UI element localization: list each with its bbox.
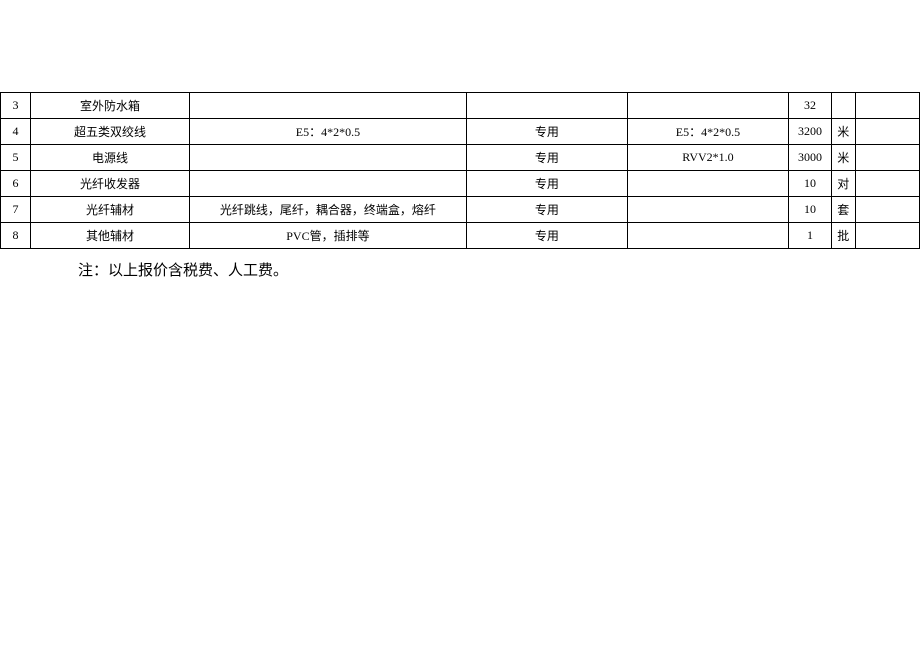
cell-use (466, 93, 627, 119)
cell-param (627, 223, 788, 249)
cell-param (627, 93, 788, 119)
table-row: 4 超五类双绞线 E5：4*2*0.5 专用 E5：4*2*0.5 3200 米 (1, 119, 920, 145)
cell-idx: 3 (1, 93, 31, 119)
cell-spec: PVC管，插排等 (189, 223, 466, 249)
cell-name: 其他辅材 (31, 223, 190, 249)
cell-idx: 5 (1, 145, 31, 171)
cell-use: 专用 (466, 197, 627, 223)
cell-last (855, 93, 919, 119)
cell-use: 专用 (466, 145, 627, 171)
cell-param (627, 171, 788, 197)
cell-name: 室外防水箱 (31, 93, 190, 119)
cell-use: 专用 (466, 171, 627, 197)
cell-last (855, 119, 919, 145)
footnote: 注：以上报价含税费、人工费。 (78, 259, 920, 280)
cell-last (855, 223, 919, 249)
cell-name: 光纤辅材 (31, 197, 190, 223)
cell-last (855, 145, 919, 171)
cell-spec (189, 171, 466, 197)
cell-param (627, 197, 788, 223)
cell-param: RVV2*1.0 (627, 145, 788, 171)
cell-idx: 8 (1, 223, 31, 249)
cell-spec: 光纤跳线，尾纤，耦合器，终端盒，熔纤 (189, 197, 466, 223)
cell-param: E5：4*2*0.5 (627, 119, 788, 145)
cell-use: 专用 (466, 119, 627, 145)
cell-unit: 对 (831, 171, 855, 197)
table-row: 3 室外防水箱 32 (1, 93, 920, 119)
cell-spec: E5：4*2*0.5 (189, 119, 466, 145)
cell-spec (189, 145, 466, 171)
cell-name: 超五类双绞线 (31, 119, 190, 145)
cell-unit: 套 (831, 197, 855, 223)
table-row: 7 光纤辅材 光纤跳线，尾纤，耦合器，终端盒，熔纤 专用 10 套 (1, 197, 920, 223)
cell-unit: 米 (831, 119, 855, 145)
table-row: 8 其他辅材 PVC管，插排等 专用 1 批 (1, 223, 920, 249)
cell-name: 光纤收发器 (31, 171, 190, 197)
cell-qty: 10 (788, 197, 831, 223)
cell-qty: 10 (788, 171, 831, 197)
cell-use: 专用 (466, 223, 627, 249)
cell-qty: 1 (788, 223, 831, 249)
cell-qty: 3200 (788, 119, 831, 145)
cell-name: 电源线 (31, 145, 190, 171)
table-row: 5 电源线 专用 RVV2*1.0 3000 米 (1, 145, 920, 171)
cell-qty: 3000 (788, 145, 831, 171)
materials-table: 3 室外防水箱 32 4 超五类双绞线 E5：4*2*0.5 专用 E5：4*2… (0, 92, 920, 249)
cell-idx: 6 (1, 171, 31, 197)
cell-idx: 7 (1, 197, 31, 223)
cell-idx: 4 (1, 119, 31, 145)
cell-unit (831, 93, 855, 119)
cell-spec (189, 93, 466, 119)
cell-qty: 32 (788, 93, 831, 119)
cell-unit: 米 (831, 145, 855, 171)
cell-last (855, 171, 919, 197)
cell-unit: 批 (831, 223, 855, 249)
cell-last (855, 197, 919, 223)
table-row: 6 光纤收发器 专用 10 对 (1, 171, 920, 197)
